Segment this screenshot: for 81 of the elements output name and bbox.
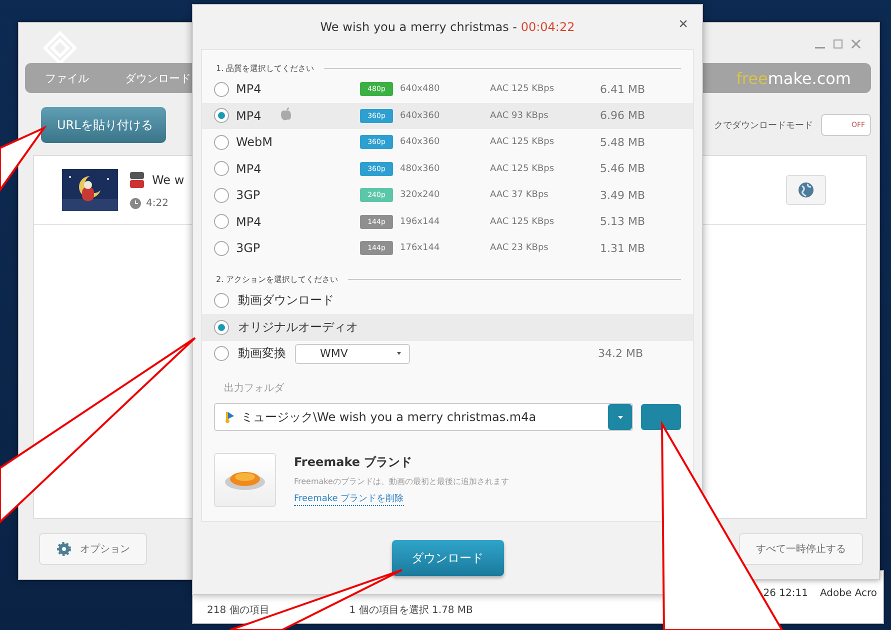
action-label: オリジナルオーディオ xyxy=(238,318,358,336)
folder-dropdown-button[interactable] xyxy=(608,404,632,430)
app-name-text: Adobe Acro xyxy=(820,588,877,599)
date-text: 26 12:11 xyxy=(763,588,808,599)
folder-label: 出力フォルダ xyxy=(224,383,284,394)
radio-button[interactable] xyxy=(214,161,229,176)
radio-button[interactable] xyxy=(214,320,229,335)
paste-url-button[interactable]: URLを貼り付ける xyxy=(41,107,166,143)
maximize-icon[interactable] xyxy=(833,39,843,49)
close-button[interactable]: × xyxy=(678,17,688,33)
gear-icon xyxy=(56,541,72,557)
section-heading: 1. 品質を選択してください xyxy=(216,62,314,74)
resolution-text: 480x360 xyxy=(400,164,441,174)
pause-all-button[interactable]: すべて一時停止する xyxy=(739,533,863,565)
format-text: MP4 xyxy=(236,162,262,176)
size-text: 5.46 MB xyxy=(600,162,646,176)
brand-description: Freemakeのブランドは、動画の最初と最後に追加されます xyxy=(294,476,509,487)
audio-text: AAC 125 KBps xyxy=(490,216,556,227)
radio-button[interactable] xyxy=(214,188,229,203)
globe-icon xyxy=(798,182,814,198)
audio-text: AAC 23 KBps xyxy=(490,243,550,254)
size-text: 1.31 MB xyxy=(600,242,646,255)
resolution-text: 640x360 xyxy=(400,110,441,121)
size-text: 5.13 MB xyxy=(600,215,646,228)
video-title: We w xyxy=(152,172,184,186)
radio-button[interactable] xyxy=(214,108,229,124)
radio-button[interactable] xyxy=(214,134,229,150)
resolution-text: 196x144 xyxy=(400,216,441,227)
radio-button[interactable] xyxy=(214,346,229,362)
caret-icon xyxy=(618,416,622,418)
duration-text: 4:22 xyxy=(146,198,168,208)
output-path-field[interactable]: ミュージック\We wish you a merry christmas.m4a xyxy=(214,403,633,431)
download-button[interactable]: ダウンロード xyxy=(392,540,504,576)
action-option[interactable]: 動画変換 WMV 34.2 MB xyxy=(202,340,693,367)
format-text: 3GP xyxy=(236,241,262,256)
format-text: MP4 xyxy=(236,214,262,229)
clock-icon xyxy=(130,198,141,208)
resolution-text: 320x240 xyxy=(400,190,441,200)
brand-title: Freemake ブランド xyxy=(294,454,414,471)
logo-icon xyxy=(43,31,77,65)
audio-text: AAC 125 KBps xyxy=(490,84,556,94)
open-page-button[interactable] xyxy=(786,175,826,205)
music-note-icon xyxy=(225,411,235,423)
audio-text: AAC 37 KBps xyxy=(490,190,550,200)
format-select[interactable]: WMV xyxy=(295,344,410,364)
video-site-icon xyxy=(130,172,144,188)
mode-label: クでダウンロードモード xyxy=(714,120,813,132)
dialog-title: We wish you a merry christmas - 00:04:22 xyxy=(320,20,575,34)
size-text: 3.49 MB xyxy=(600,188,646,202)
size-text: 5.48 MB xyxy=(600,136,646,149)
brand-icon xyxy=(214,453,276,507)
callout-pointer xyxy=(0,126,47,194)
audio-text: AAC 93 KBps xyxy=(490,110,550,121)
action-option[interactable]: 動画ダウンロード xyxy=(202,288,693,314)
format-text: MP4 xyxy=(236,82,262,96)
format-text: MP4 xyxy=(236,108,262,123)
resolution-text: 176x144 xyxy=(400,243,441,254)
resolution-text: 640x480 xyxy=(400,84,441,94)
remove-brand-link[interactable]: Freemake ブランドを削除 xyxy=(294,492,404,506)
action-option[interactable]: オリジナルオーディオ xyxy=(202,314,693,340)
format-text: WebM xyxy=(236,135,274,150)
radio-button[interactable] xyxy=(214,214,229,230)
item-count-text: 218 個の項目 xyxy=(207,604,270,617)
audio-text: AAC 125 KBps xyxy=(490,164,556,174)
action-label: 動画ダウンロード xyxy=(238,292,334,310)
format-text: 3GP xyxy=(236,188,262,202)
caret-icon xyxy=(397,352,401,356)
site-logo-text: freemake.com xyxy=(736,68,851,88)
resolution-text: 640x360 xyxy=(400,137,441,148)
options-button[interactable]: オプション xyxy=(39,533,147,565)
radio-button[interactable] xyxy=(214,293,229,308)
size-text: 6.96 MB xyxy=(600,109,646,122)
section-heading: 2. アクションを選択してください xyxy=(216,274,338,285)
action-label: 動画変換 xyxy=(238,345,286,362)
close-icon[interactable] xyxy=(851,39,861,49)
selection-text: 1 個の項目を選択 1.78 MB xyxy=(349,604,473,617)
size-text: 6.41 MB xyxy=(600,82,646,96)
radio-button[interactable] xyxy=(214,82,229,97)
audio-text: AAC 125 KBps xyxy=(490,137,556,148)
radio-button[interactable] xyxy=(214,240,229,256)
size-text: 34.2 MB xyxy=(598,347,643,360)
